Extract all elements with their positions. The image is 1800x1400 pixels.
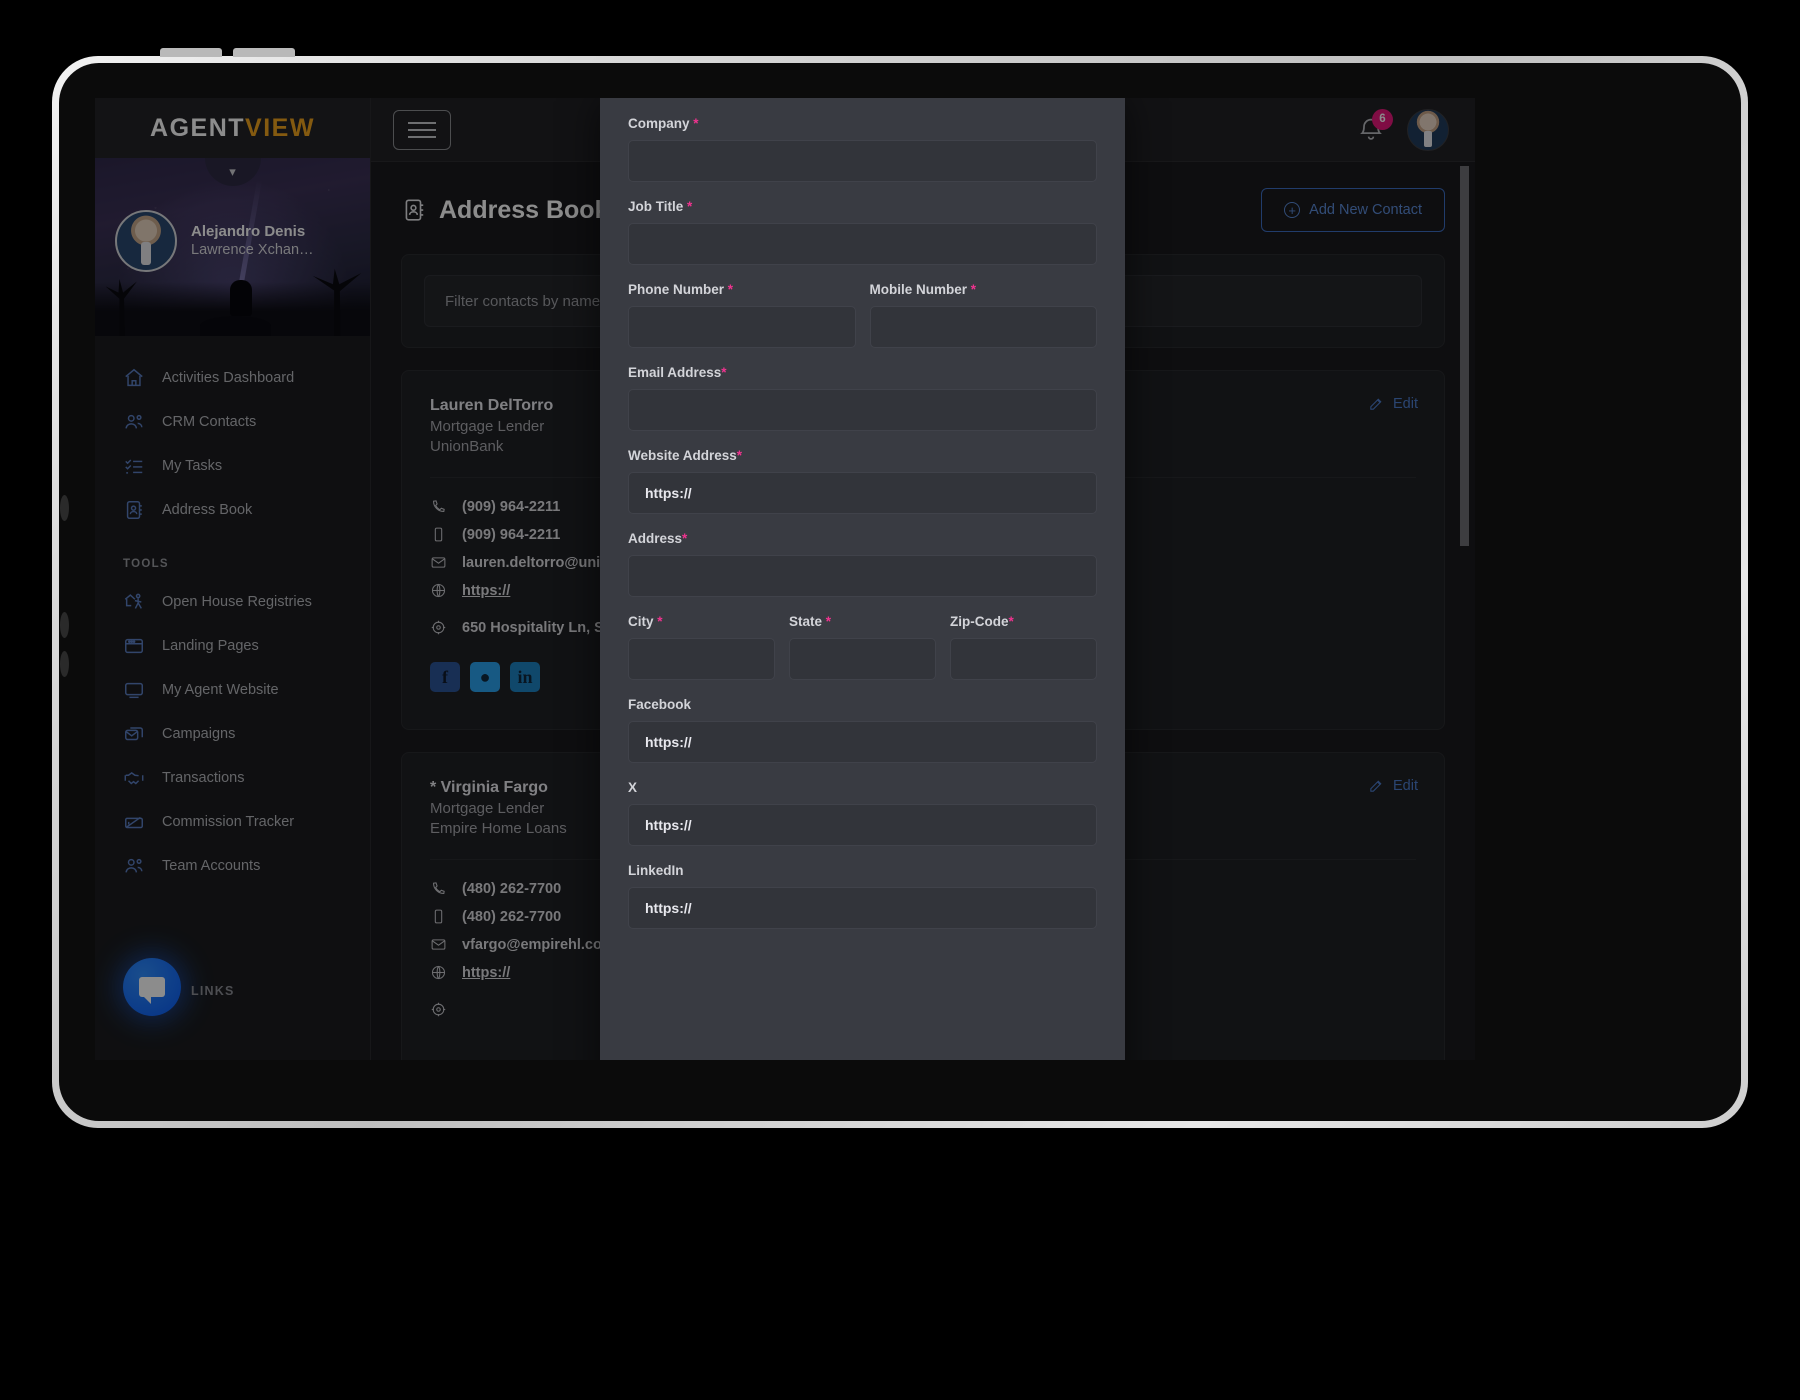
field-company: Company * bbox=[628, 116, 1097, 182]
field-row-phones: Phone Number * Mobile Number * bbox=[628, 282, 1097, 365]
field-zip-label-text: Zip-Code bbox=[950, 614, 1009, 629]
required-marker: * bbox=[1009, 614, 1014, 629]
modal-footer: Close Create Contact bbox=[600, 1042, 1125, 1060]
field-city-label: City * bbox=[628, 614, 775, 629]
company-input[interactable] bbox=[628, 140, 1097, 182]
website-address-input[interactable] bbox=[628, 472, 1097, 514]
field-website-address: Website Address* bbox=[628, 448, 1097, 514]
field-x-label: X bbox=[628, 780, 1097, 795]
field-phone-label: Phone Number * bbox=[628, 282, 856, 297]
device-top-button-1 bbox=[160, 48, 222, 57]
field-mobile-number: Mobile Number * bbox=[870, 282, 1098, 348]
linkedin-input[interactable] bbox=[628, 887, 1097, 929]
mobile-number-input[interactable] bbox=[870, 306, 1098, 348]
field-job-title-label: Job Title * bbox=[628, 199, 1097, 214]
device-volume-up-button bbox=[60, 612, 69, 638]
required-marker: * bbox=[737, 448, 742, 463]
field-website-label: Website Address* bbox=[628, 448, 1097, 463]
field-address-label-text: Address bbox=[628, 531, 682, 546]
field-address: Address* bbox=[628, 531, 1097, 597]
required-marker: * bbox=[657, 614, 662, 629]
field-mobile-label: Mobile Number * bbox=[870, 282, 1098, 297]
job-title-input[interactable] bbox=[628, 223, 1097, 265]
field-state-label: State * bbox=[789, 614, 936, 629]
field-email-label-text: Email Address bbox=[628, 365, 721, 380]
field-address-label: Address* bbox=[628, 531, 1097, 546]
field-job-title-label-text: Job Title bbox=[628, 199, 683, 214]
field-phone-number: Phone Number * bbox=[628, 282, 856, 348]
field-mobile-label-text: Mobile Number bbox=[870, 282, 968, 297]
field-city: City * bbox=[628, 614, 775, 680]
required-marker: * bbox=[693, 116, 698, 131]
zip-code-input[interactable] bbox=[950, 638, 1097, 680]
phone-number-input[interactable] bbox=[628, 306, 856, 348]
address-input[interactable] bbox=[628, 555, 1097, 597]
create-contact-modal: Company * Job Title * Phone Number * bbox=[600, 98, 1125, 1060]
required-marker: * bbox=[687, 199, 692, 214]
field-company-label-text: Company bbox=[628, 116, 690, 131]
required-marker: * bbox=[826, 614, 831, 629]
field-row-city-state-zip: City * State * Zip-Code* bbox=[628, 614, 1097, 697]
field-job-title: Job Title * bbox=[628, 199, 1097, 265]
field-email-address: Email Address* bbox=[628, 365, 1097, 431]
field-linkedin-label: LinkedIn bbox=[628, 863, 1097, 878]
state-input[interactable] bbox=[789, 638, 936, 680]
email-address-input[interactable] bbox=[628, 389, 1097, 431]
required-marker: * bbox=[721, 365, 726, 380]
required-marker: * bbox=[728, 282, 733, 297]
field-zip-code: Zip-Code* bbox=[950, 614, 1097, 680]
field-website-label-text: Website Address bbox=[628, 448, 737, 463]
field-facebook-label: Facebook bbox=[628, 697, 1097, 712]
device-side-button-1 bbox=[60, 495, 69, 521]
field-zip-label: Zip-Code* bbox=[950, 614, 1097, 629]
device-volume-down-button bbox=[60, 651, 69, 677]
application-viewport: AGENTVIEW ▾ Alejandro Denis Lawrence Xch… bbox=[95, 98, 1475, 1060]
field-email-label: Email Address* bbox=[628, 365, 1097, 380]
required-marker: * bbox=[682, 531, 687, 546]
x-input[interactable] bbox=[628, 804, 1097, 846]
field-city-label-text: City bbox=[628, 614, 654, 629]
city-input[interactable] bbox=[628, 638, 775, 680]
field-company-label: Company * bbox=[628, 116, 1097, 131]
field-phone-label-text: Phone Number bbox=[628, 282, 724, 297]
device-top-button-2 bbox=[233, 48, 295, 57]
field-linkedin: LinkedIn bbox=[628, 863, 1097, 929]
field-state-label-text: State bbox=[789, 614, 822, 629]
field-state: State * bbox=[789, 614, 936, 680]
required-marker: * bbox=[971, 282, 976, 297]
facebook-input[interactable] bbox=[628, 721, 1097, 763]
field-facebook: Facebook bbox=[628, 697, 1097, 763]
field-x: X bbox=[628, 780, 1097, 846]
